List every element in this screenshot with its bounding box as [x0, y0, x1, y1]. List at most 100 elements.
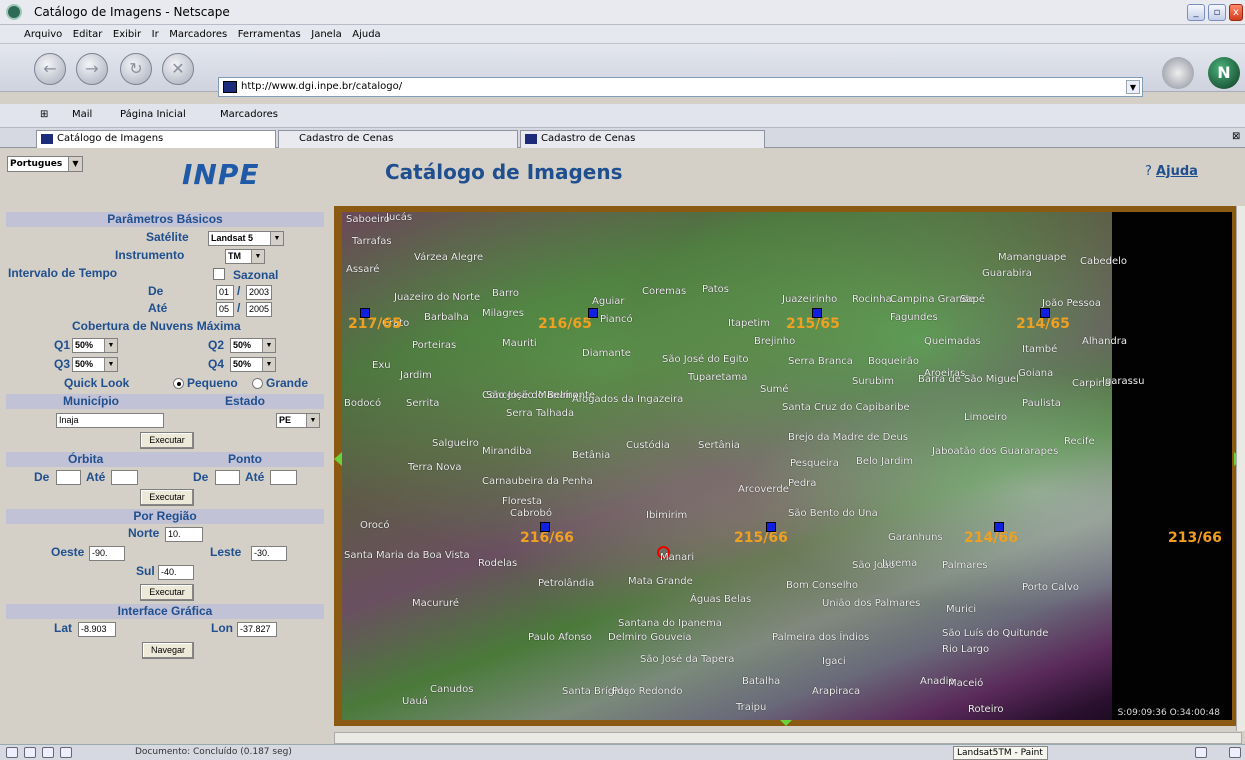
- address-field[interactable]: http://www.dgi.inpe.br/catalogo/ ▼: [218, 77, 1143, 97]
- scene-grid-label[interactable]: 215/65: [786, 316, 840, 332]
- tab-cadastro-2[interactable]: Cadastro de Cenas: [520, 130, 765, 148]
- orbit-from-input[interactable]: [56, 470, 81, 485]
- tab-favicon-icon: [525, 134, 537, 144]
- bookmark-mail[interactable]: Mail: [72, 109, 92, 120]
- seasonal-checkbox[interactable]: [213, 268, 225, 280]
- from-month-input[interactable]: 01: [216, 285, 234, 300]
- menu-ajuda[interactable]: Ajuda: [352, 29, 380, 40]
- map-town-label: Serra Talhada: [506, 408, 575, 419]
- map-town-label: Arcoverde: [738, 484, 789, 495]
- scene-grid-label[interactable]: 216/65: [538, 316, 592, 332]
- reload-button[interactable]: ↻: [120, 53, 152, 85]
- estado-label: Estado: [225, 394, 266, 408]
- to-month-input[interactable]: 05: [216, 302, 234, 317]
- stop-button[interactable]: ✕: [162, 53, 194, 85]
- q1-select[interactable]: 50% ▼: [72, 338, 118, 353]
- map-town-label: João Pessoa: [1042, 298, 1101, 309]
- to-year-input[interactable]: 2005: [246, 302, 272, 317]
- q3-select[interactable]: 50% ▼: [72, 357, 118, 372]
- map-town-label: Jardim: [400, 370, 432, 381]
- pan-down-arrow[interactable]: [779, 719, 793, 726]
- north-input[interactable]: 10.: [165, 527, 203, 542]
- scene-center-marker[interactable]: [588, 308, 598, 318]
- execute-municipio-button[interactable]: Executar: [140, 432, 194, 449]
- forward-button[interactable]: →: [76, 53, 108, 85]
- orbit-to-input[interactable]: [111, 470, 138, 485]
- quicklook-large-radio[interactable]: [252, 378, 263, 389]
- bookmark-folder[interactable]: Marcadores: [220, 109, 278, 120]
- address-book-icon[interactable]: [60, 747, 72, 758]
- point-from-input[interactable]: [215, 470, 240, 485]
- sidebar-toggle-icon[interactable]: ⊞: [40, 109, 48, 120]
- execute-region-button[interactable]: Executar: [140, 584, 194, 601]
- menu-arquivo[interactable]: Arquivo: [24, 29, 62, 40]
- menu-exibir[interactable]: Exibir: [113, 29, 141, 40]
- map-town-label: Milagres: [482, 308, 524, 319]
- scene-center-marker[interactable]: [360, 308, 370, 318]
- point-to-input[interactable]: [270, 470, 297, 485]
- estado-select[interactable]: PE ▼: [276, 413, 320, 428]
- south-input[interactable]: -40.: [158, 565, 194, 580]
- map-town-label: União dos Palmares: [822, 598, 921, 609]
- menu-ferramentas[interactable]: Ferramentas: [238, 29, 301, 40]
- scene-grid-label[interactable]: 213/66: [1168, 530, 1222, 546]
- menu-ir[interactable]: Ir: [152, 29, 159, 40]
- vertical-scrollbar[interactable]: [1236, 206, 1245, 731]
- navigator-icon[interactable]: [6, 747, 18, 758]
- q2-value: 50%: [233, 340, 252, 350]
- scene-grid-label[interactable]: 217/65: [348, 316, 402, 332]
- close-button[interactable]: x: [1229, 4, 1243, 21]
- lat-input[interactable]: -8.903: [78, 622, 116, 637]
- scene-grid-label[interactable]: 214/66: [964, 530, 1018, 546]
- minimize-button[interactable]: _: [1187, 4, 1205, 21]
- bookmark-home[interactable]: Página Inicial: [120, 109, 186, 120]
- scene-center-marker[interactable]: [540, 522, 550, 532]
- map-town-label: Serra Branca: [788, 356, 853, 367]
- execute-orbit-button[interactable]: Executar: [140, 489, 194, 506]
- scene-grid-label[interactable]: 216/66: [520, 530, 574, 546]
- scene-grid-label[interactable]: 214/65: [1016, 316, 1070, 332]
- q4-select[interactable]: 50% ▼: [230, 357, 276, 372]
- mail-icon[interactable]: [24, 747, 36, 758]
- back-button[interactable]: ←: [34, 53, 66, 85]
- netscape-logo-icon[interactable]: N: [1208, 57, 1240, 89]
- satellite-select[interactable]: Landsat 5 ▼: [208, 231, 284, 246]
- chevron-down-icon: ▼: [68, 157, 82, 171]
- scene-center-marker[interactable]: [994, 522, 1004, 532]
- q2-select[interactable]: 50% ▼: [230, 338, 276, 353]
- help-link[interactable]: ? Ajuda: [1145, 164, 1198, 179]
- tab-label: Catálogo de Imagens: [57, 133, 164, 144]
- menu-marcadores[interactable]: Marcadores: [169, 29, 227, 40]
- maximize-button[interactable]: ▫: [1208, 4, 1226, 21]
- quicklook-small-radio[interactable]: [173, 378, 184, 389]
- print-icon[interactable]: [1162, 57, 1194, 89]
- navigate-button[interactable]: Navegar: [142, 642, 194, 659]
- taskbar-paint-item[interactable]: Landsat5TM - Paint: [953, 746, 1048, 760]
- scene-center-marker[interactable]: [766, 522, 776, 532]
- address-dropdown-icon[interactable]: ▼: [1126, 80, 1140, 94]
- municipio-input[interactable]: Inaja: [56, 413, 164, 428]
- pan-left-arrow[interactable]: [334, 452, 342, 466]
- west-input[interactable]: -90.: [89, 546, 125, 561]
- satellite-image-map[interactable]: S:09:09:36 O:34:00:48 Saboeiro Jucás Tarra…: [342, 212, 1232, 720]
- scene-center-marker[interactable]: [812, 308, 822, 318]
- from-year-input[interactable]: 2003: [246, 285, 272, 300]
- tab-catalogo[interactable]: Catálogo de Imagens: [36, 130, 276, 148]
- map-town-label: Canudos: [430, 684, 474, 695]
- lon-input[interactable]: -37.827: [237, 622, 277, 637]
- connection-icon: [1195, 747, 1207, 758]
- map-town-label: Saboeiro: [346, 214, 390, 225]
- instrument-select[interactable]: TM ▼: [225, 249, 265, 264]
- language-select[interactable]: Portugues ▼: [7, 156, 83, 172]
- horizontal-scrollbar[interactable]: [334, 732, 1242, 744]
- scene-grid-label[interactable]: 215/66: [734, 530, 788, 546]
- status-bar: Documento: Concluído (0.187 seg) Landsat…: [0, 744, 1245, 760]
- scene-center-marker[interactable]: [1040, 308, 1050, 318]
- close-tab-icon[interactable]: ⊠: [1232, 131, 1240, 142]
- map-town-label: Aroeiras: [924, 368, 966, 379]
- tab-cadastro-1[interactable]: Cadastro de Cenas: [278, 130, 518, 148]
- menu-editar[interactable]: Editar: [73, 29, 103, 40]
- composer-icon[interactable]: [42, 747, 54, 758]
- menu-janela[interactable]: Janela: [311, 29, 341, 40]
- east-input[interactable]: -30.: [251, 546, 287, 561]
